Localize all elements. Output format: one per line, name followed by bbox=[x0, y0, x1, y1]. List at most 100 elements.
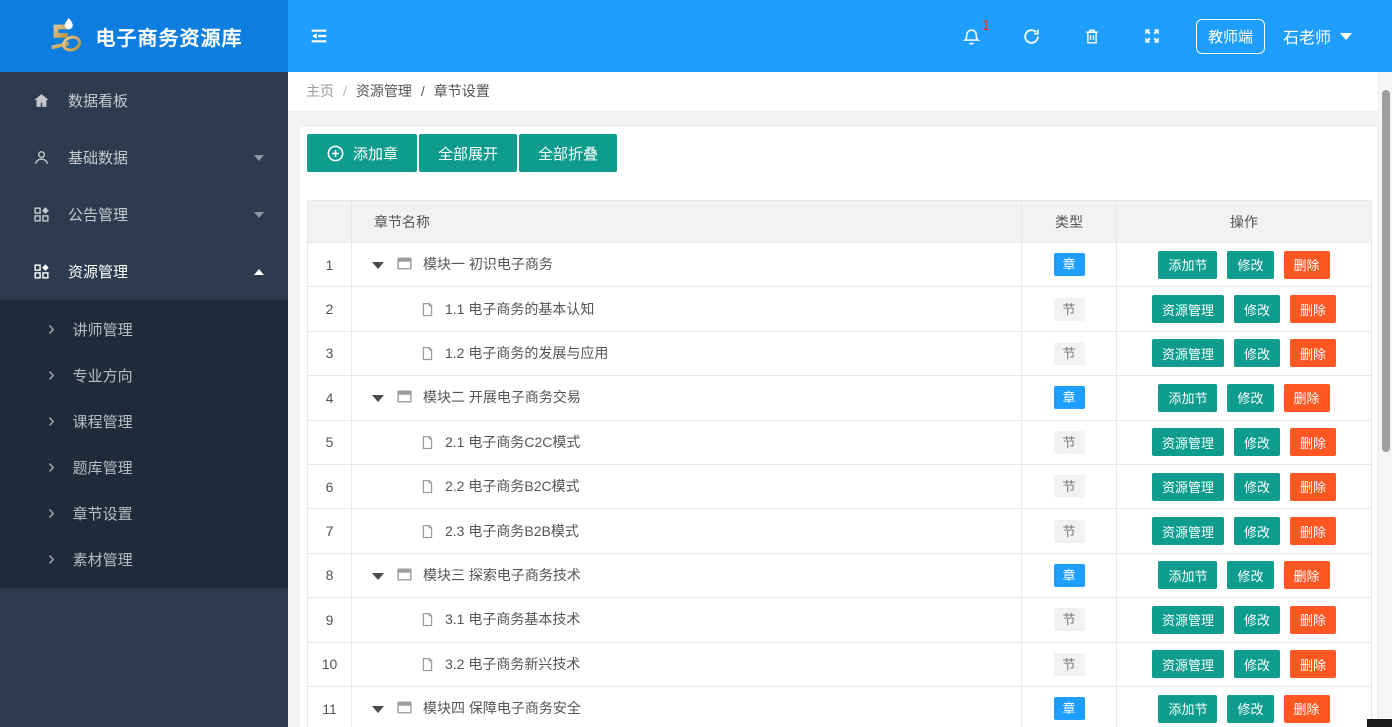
sidebar-subitem-chapter-setting[interactable]: › 章节设置 bbox=[0, 490, 288, 536]
row-actions: 资源管理 修改 删除 bbox=[1116, 419, 1372, 465]
sidebar-subitem-course[interactable]: › 课程管理 bbox=[0, 398, 288, 444]
chevron-right-icon: › bbox=[48, 456, 55, 478]
tree-expand-icon[interactable] bbox=[372, 262, 384, 270]
edit-button[interactable]: 修改 bbox=[1233, 605, 1280, 634]
tree-expand-icon[interactable] bbox=[372, 706, 384, 714]
chapter-icon bbox=[396, 255, 413, 275]
chevron-right-icon: › bbox=[48, 548, 55, 570]
section-file-icon bbox=[420, 479, 435, 497]
sidebar: 数据看板 基础数据 公告管理 资源管理 › 讲师管理 › 专业方向 › 课程管理 › 题库管理 › 章节设… bbox=[0, 72, 288, 727]
resource-manage-button[interactable]: 资源管理 bbox=[1151, 428, 1224, 457]
tree-expand-icon[interactable] bbox=[372, 572, 384, 580]
row-index: 11 bbox=[307, 685, 352, 727]
table-row: 11 模块四 保障电子商务安全 章 添加节 修改 删除 bbox=[307, 685, 1372, 727]
user-menu[interactable]: 石老师 bbox=[1283, 24, 1358, 48]
user-name: 石老师 bbox=[1282, 30, 1331, 47]
delete-button[interactable]: 删除 bbox=[1283, 561, 1330, 590]
add-section-button[interactable]: 添加节 bbox=[1158, 383, 1218, 412]
scroll-corner bbox=[1367, 719, 1392, 727]
sidebar-item-announcement[interactable]: 公告管理 bbox=[0, 186, 288, 243]
expand-all-button[interactable]: 全部展开 bbox=[419, 134, 518, 172]
edit-button[interactable]: 修改 bbox=[1233, 650, 1280, 679]
sidebar-subitem-major[interactable]: › 专业方向 bbox=[0, 352, 288, 398]
delete-button[interactable]: 删除 bbox=[1290, 605, 1337, 634]
role-button[interactable]: 教师端 bbox=[1195, 18, 1265, 54]
chapter-table: 章节名称 类型 操作 1 模块一 初识电子商务章添加节 修改 删除 2 1.1 电子商务的… bbox=[307, 200, 1372, 727]
table-row: 9 3.1 电子商务基本技术 节 资源管理 修改 删除 bbox=[307, 597, 1372, 643]
section-file-icon bbox=[420, 657, 435, 675]
resource-manage-button[interactable]: 资源管理 bbox=[1151, 295, 1224, 324]
resource-manage-button[interactable]: 资源管理 bbox=[1151, 517, 1224, 546]
breadcrumb-separator: / bbox=[420, 83, 425, 99]
edit-button[interactable]: 修改 bbox=[1233, 428, 1280, 457]
breadcrumb: 主页 / 资源管理 / 章节设置 bbox=[288, 72, 1392, 110]
bell-icon[interactable]: 1 bbox=[942, 18, 1002, 46]
delete-button[interactable]: 删除 bbox=[1290, 472, 1337, 501]
resource-manage-button[interactable]: 资源管理 bbox=[1151, 339, 1224, 368]
add-section-button[interactable]: 添加节 bbox=[1158, 694, 1218, 723]
resource-manage-button[interactable]: 资源管理 bbox=[1151, 605, 1224, 634]
caret-down-icon bbox=[254, 154, 264, 161]
sidebar-collapse-icon[interactable] bbox=[308, 25, 330, 47]
row-actions: 添加节 修改 删除 bbox=[1116, 552, 1372, 599]
content-card: 添加章 全部展开 全部折叠 章节名称 类型 操作 1 模块一 初识电子商务章添加节… bbox=[300, 127, 1377, 727]
vertical-scrollbar[interactable] bbox=[1378, 72, 1392, 727]
delete-button[interactable]: 删除 bbox=[1283, 383, 1330, 412]
delete-button[interactable]: 删除 bbox=[1283, 250, 1330, 279]
sidebar-menu: 数据看板 基础数据 公告管理 资源管理 › 讲师管理 › 专业方向 › 课程管理 › 题库管理 › 章节设… bbox=[0, 72, 288, 588]
table-header-row: 章节名称 类型 操作 bbox=[307, 200, 1372, 243]
resource-manage-button[interactable]: 资源管理 bbox=[1151, 650, 1224, 679]
edit-button[interactable]: 修改 bbox=[1227, 694, 1274, 723]
sidebar-item-resource[interactable]: 资源管理 bbox=[0, 243, 288, 300]
delete-button[interactable]: 删除 bbox=[1290, 295, 1337, 324]
add-section-button[interactable]: 添加节 bbox=[1158, 561, 1218, 590]
row-actions: 资源管理 修改 删除 bbox=[1116, 597, 1372, 643]
edit-button[interactable]: 修改 bbox=[1233, 517, 1280, 546]
type-badge: 节 bbox=[1053, 475, 1085, 499]
sidebar-subitem-label: 课程管理 bbox=[72, 413, 133, 431]
section-file-icon bbox=[420, 346, 435, 364]
type-badge: 节 bbox=[1053, 608, 1085, 632]
sidebar-subitem-lecturer[interactable]: › 讲师管理 bbox=[0, 306, 288, 352]
tree-expand-icon[interactable] bbox=[372, 395, 384, 403]
edit-button[interactable]: 修改 bbox=[1227, 250, 1274, 279]
col-ops: 操作 bbox=[1116, 200, 1372, 243]
row-index: 2 bbox=[307, 286, 352, 332]
chevron-right-icon: › bbox=[48, 364, 55, 386]
fullscreen-icon[interactable] bbox=[1122, 27, 1182, 46]
chevron-down-icon bbox=[1340, 32, 1352, 40]
type-badge: 章 bbox=[1053, 563, 1085, 587]
resource-manage-button[interactable]: 资源管理 bbox=[1151, 472, 1224, 501]
chevron-right-icon: › bbox=[48, 318, 55, 340]
sidebar-item-label: 公告管理 bbox=[68, 207, 129, 224]
user-icon bbox=[30, 149, 52, 166]
scrollbar-thumb[interactable] bbox=[1382, 90, 1390, 452]
edit-button[interactable]: 修改 bbox=[1233, 295, 1280, 324]
edit-button[interactable]: 修改 bbox=[1233, 339, 1280, 368]
sidebar-item-basic-data[interactable]: 基础数据 bbox=[0, 129, 288, 186]
add-chapter-button[interactable]: 添加章 bbox=[307, 134, 418, 172]
refresh-icon[interactable] bbox=[1002, 27, 1062, 46]
sidebar-subitem-material[interactable]: › 素材管理 bbox=[0, 536, 288, 582]
trash-icon[interactable] bbox=[1062, 27, 1122, 46]
delete-button[interactable]: 删除 bbox=[1290, 428, 1337, 457]
sidebar-subitem-label: 章节设置 bbox=[72, 505, 133, 523]
sidebar-subitem-question-bank[interactable]: › 题库管理 bbox=[0, 444, 288, 490]
row-actions: 资源管理 修改 删除 bbox=[1116, 508, 1372, 554]
collapse-all-button[interactable]: 全部折叠 bbox=[519, 134, 618, 172]
delete-button[interactable]: 删除 bbox=[1283, 694, 1330, 723]
sidebar-item-dashboard[interactable]: 数据看板 bbox=[0, 72, 288, 129]
edit-button[interactable]: 修改 bbox=[1233, 472, 1280, 501]
add-section-button[interactable]: 添加节 bbox=[1158, 250, 1218, 279]
row-index: 3 bbox=[307, 330, 352, 377]
delete-button[interactable]: 删除 bbox=[1290, 650, 1337, 679]
row-actions: 资源管理 修改 删除 bbox=[1116, 286, 1372, 332]
edit-button[interactable]: 修改 bbox=[1227, 561, 1274, 590]
app-icon bbox=[30, 263, 52, 280]
edit-button[interactable]: 修改 bbox=[1227, 383, 1274, 412]
delete-button[interactable]: 删除 bbox=[1290, 517, 1337, 546]
delete-button[interactable]: 删除 bbox=[1290, 339, 1337, 368]
col-name: 章节名称 bbox=[351, 200, 1022, 243]
breadcrumb-separator: / bbox=[343, 83, 347, 99]
breadcrumb-item[interactable]: 主页 bbox=[306, 81, 334, 101]
